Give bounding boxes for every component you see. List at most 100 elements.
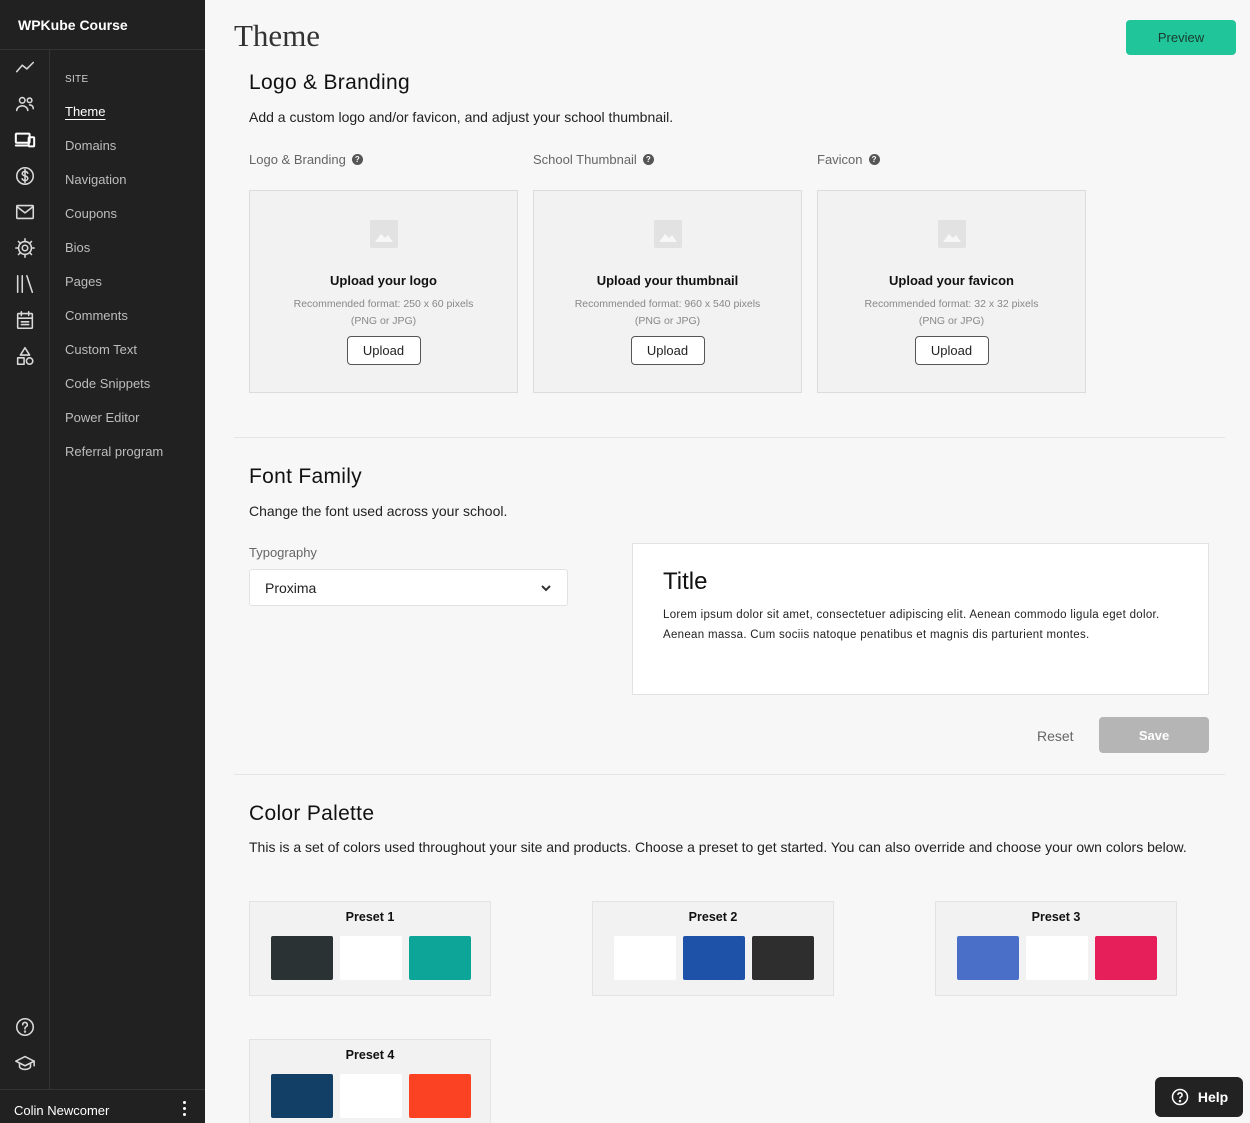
settings-icon[interactable] xyxy=(13,236,37,260)
branding-description: Add a custom logo and/or favicon, and ad… xyxy=(249,109,674,125)
logo-upload-card: Upload your logo Recommended format: 250… xyxy=(249,190,518,393)
users-icon[interactable] xyxy=(13,92,37,116)
favicon-upload-card: Upload your favicon Recommended format: … xyxy=(817,190,1086,393)
help-label: Help xyxy=(1197,1089,1229,1105)
help-circle-icon[interactable] xyxy=(13,1015,37,1039)
typography-select[interactable]: Proxima xyxy=(249,569,568,606)
section-divider xyxy=(234,774,1225,775)
help-button[interactable]: Help xyxy=(1155,1077,1243,1117)
logo-label-text: Logo & Branding xyxy=(249,152,346,167)
thumbnail-file-types: (PNG or JPG) xyxy=(634,315,701,327)
typography-label: Typography xyxy=(249,545,317,560)
logo-upload-hint: Recommended format: 250 x 60 pixels (PNG… xyxy=(250,296,517,330)
subnav-item-bios[interactable]: Bios xyxy=(65,240,90,255)
shapes-icon[interactable] xyxy=(13,344,37,368)
more-options-icon[interactable] xyxy=(177,1099,191,1119)
preset-card[interactable]: Preset 2 xyxy=(592,901,834,996)
color-swatch xyxy=(271,936,333,980)
preset-swatches xyxy=(271,936,471,980)
image-placeholder-icon xyxy=(369,220,398,248)
thumbnail-label-text: School Thumbnail xyxy=(533,152,637,167)
help-icon[interactable]: ? xyxy=(642,154,654,165)
preset-card[interactable]: Preset 4 xyxy=(249,1039,491,1123)
color-swatch xyxy=(271,1074,333,1118)
save-button[interactable]: Save xyxy=(1099,717,1209,753)
font-preview-body: Lorem ipsum dolor sit amet, consectetuer… xyxy=(663,609,1160,641)
upload-favicon-button[interactable]: Upload xyxy=(914,336,989,365)
analytics-icon[interactable] xyxy=(13,56,37,80)
user-name[interactable]: Colin Newcomer xyxy=(14,1103,109,1118)
subnav-item-pages[interactable]: Pages xyxy=(65,274,102,289)
app-title: WPKube Course xyxy=(18,16,128,33)
color-palette-description: This is a set of colors used throughout … xyxy=(249,839,1187,855)
typography-selected-value: Proxima xyxy=(265,579,317,596)
subnav-item-power-editor[interactable]: Power Editor xyxy=(65,410,139,425)
preset-name: Preset 3 xyxy=(1031,910,1081,924)
favicon-file-types: (PNG or JPG) xyxy=(918,315,985,327)
preset-swatches xyxy=(271,1074,471,1118)
color-palette-title: Color Palette xyxy=(249,802,375,825)
sidebar-header: WPKube Course xyxy=(0,0,205,50)
favicon-upload-title: Upload your favicon xyxy=(889,273,1014,288)
color-swatch xyxy=(752,936,814,980)
font-preview-title: Title xyxy=(663,568,708,595)
subnav-item-domains[interactable]: Domains xyxy=(65,138,116,153)
thumbnail-rec-format: Recommended format: 960 x 540 pixels xyxy=(574,298,761,310)
sidebar-footer: Colin Newcomer xyxy=(0,1089,205,1123)
logo-field-label: Logo & Branding ? xyxy=(249,152,363,167)
dollar-icon[interactable] xyxy=(13,164,37,188)
upload-logo-button[interactable]: Upload xyxy=(346,336,421,365)
color-swatch xyxy=(683,936,745,980)
thumbnail-field-label: School Thumbnail ? xyxy=(533,152,654,167)
favicon-field-label: Favicon ? xyxy=(817,152,880,167)
section-divider xyxy=(234,437,1225,438)
thumbnail-upload-card: Upload your thumbnail Recommended format… xyxy=(533,190,802,393)
subnav-item-custom-text[interactable]: Custom Text xyxy=(65,342,137,357)
preset-name: Preset 2 xyxy=(688,910,738,924)
chevron-down-icon xyxy=(541,584,551,591)
logo-upload-title: Upload your logo xyxy=(330,273,437,288)
preset-name: Preset 4 xyxy=(345,1048,395,1062)
color-swatch xyxy=(1026,936,1088,980)
subnav-item-navigation[interactable]: Navigation xyxy=(65,172,126,187)
logo-rec-format: Recommended format: 250 x 60 pixels xyxy=(293,298,474,310)
subnav-item-referral-program[interactable]: Referral program xyxy=(65,444,163,459)
color-swatch xyxy=(1095,936,1157,980)
graduation-cap-icon[interactable] xyxy=(13,1051,37,1075)
logo-file-types: (PNG or JPG) xyxy=(350,315,417,327)
favicon-rec-format: Recommended format: 32 x 32 pixels xyxy=(864,298,1039,310)
subnav-item-theme[interactable]: Theme xyxy=(65,104,105,119)
color-swatch xyxy=(340,936,402,980)
font-family-description: Change the font used across your school. xyxy=(249,503,508,519)
font-preview-card: Title Lorem ipsum dolor sit amet, consec… xyxy=(632,543,1209,695)
preset-name: Preset 1 xyxy=(345,910,395,924)
thumbnail-upload-title: Upload your thumbnail xyxy=(596,273,739,288)
subnav-item-coupons[interactable]: Coupons xyxy=(65,206,117,221)
thumbnail-upload-hint: Recommended format: 960 x 540 pixels (PN… xyxy=(534,296,801,330)
image-placeholder-icon xyxy=(937,220,966,248)
calendar-icon[interactable] xyxy=(13,308,37,332)
library-icon[interactable] xyxy=(13,272,37,296)
color-swatch xyxy=(340,1074,402,1118)
upload-thumbnail-button[interactable]: Upload xyxy=(630,336,705,365)
image-placeholder-icon xyxy=(653,220,682,248)
page-title: Theme xyxy=(234,18,321,53)
preview-button[interactable]: Preview xyxy=(1126,20,1236,55)
subnav-item-code-snippets[interactable]: Code Snippets xyxy=(65,376,150,391)
subnav-item-comments[interactable]: Comments xyxy=(65,308,128,323)
preset-card[interactable]: Preset 3 xyxy=(935,901,1177,996)
mail-icon[interactable] xyxy=(13,200,37,224)
color-swatch xyxy=(957,936,1019,980)
help-icon[interactable]: ? xyxy=(351,154,363,165)
subnav-section-title: SITE xyxy=(65,74,89,85)
preset-card[interactable]: Preset 1 xyxy=(249,901,491,996)
branding-title: Logo & Branding xyxy=(249,71,410,94)
help-icon[interactable]: ? xyxy=(868,154,880,165)
font-family-title: Font Family xyxy=(249,465,362,488)
main-content: Theme Preview Logo & Branding Add a cust… xyxy=(205,0,1250,1123)
favicon-upload-hint: Recommended format: 32 x 32 pixels (PNG … xyxy=(818,296,1085,330)
reset-button[interactable]: Reset xyxy=(1037,728,1074,744)
devices-icon[interactable] xyxy=(13,128,37,152)
preset-swatches xyxy=(957,936,1157,980)
preset-swatches xyxy=(614,936,814,980)
